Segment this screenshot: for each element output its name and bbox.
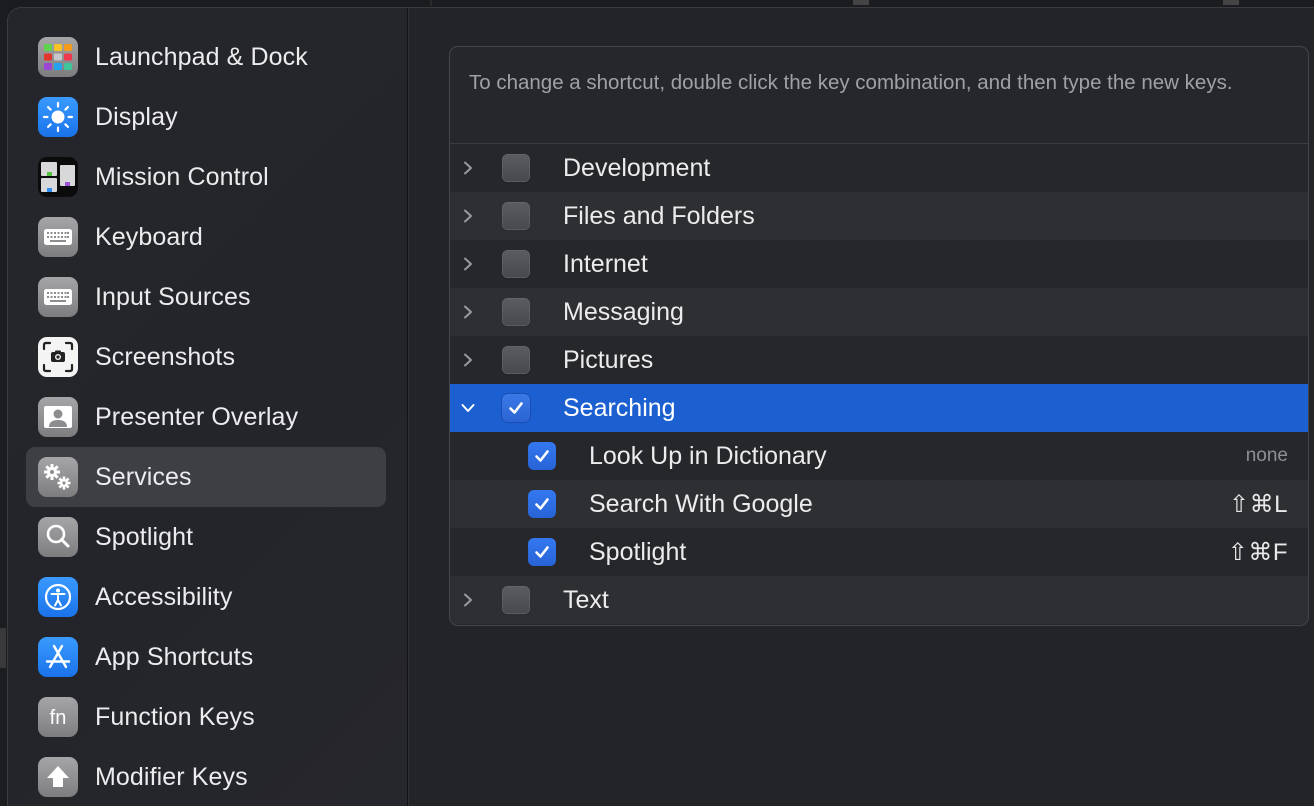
sidebar-item-spotlight[interactable]: Spotlight: [26, 507, 386, 567]
background-divider: [430, 0, 432, 6]
service-label: Spotlight: [589, 537, 687, 566]
chevron-down-icon[interactable]: [460, 400, 476, 416]
up-arrow-icon: [38, 757, 78, 797]
background-fragment: [0, 628, 6, 668]
service-label: Search With Google: [589, 489, 813, 518]
instruction-text: To change a shortcut, double click the k…: [469, 71, 1233, 94]
service-row-search-with-google[interactable]: Search With Google ⇧⌘L: [450, 480, 1308, 528]
sidebar-item-keyboard[interactable]: Keyboard: [26, 207, 386, 267]
magnifier-icon: [38, 517, 78, 557]
category-row-internet[interactable]: Internet: [450, 240, 1308, 288]
chevron-right-icon[interactable]: [460, 352, 476, 368]
sidebar-item-label: Mission Control: [95, 162, 269, 191]
chevron-right-icon[interactable]: [460, 304, 476, 320]
category-label: Development: [563, 153, 711, 182]
fn-key-icon: fn: [38, 697, 78, 737]
sidebar-item-screenshots[interactable]: Screenshots: [26, 327, 386, 387]
category-label: Messaging: [563, 297, 684, 326]
keyboard-icon: [38, 217, 78, 257]
category-label: Files and Folders: [563, 201, 755, 230]
sidebar-item-presenter-overlay[interactable]: Presenter Overlay: [26, 387, 386, 447]
service-checkbox[interactable]: [528, 538, 556, 566]
category-label: Text: [563, 585, 609, 614]
sidebar-item-label: Presenter Overlay: [95, 402, 299, 431]
sidebar-item-label: Launchpad & Dock: [95, 42, 308, 71]
category-row-text[interactable]: Text: [450, 576, 1308, 624]
services-shortcuts-panel: To change a shortcut, double click the k…: [449, 46, 1309, 626]
sidebar-item-launchpad-dock[interactable]: Launchpad & Dock: [26, 27, 386, 87]
sidebar-item-label: Function Keys: [95, 702, 255, 731]
category-checkbox[interactable]: [502, 250, 530, 278]
background-handle: [853, 0, 869, 5]
launchpad-icon: [38, 37, 78, 77]
screenshot-camera-icon: [38, 337, 78, 377]
sidebar-item-function-keys[interactable]: fn Function Keys: [26, 687, 386, 747]
sidebar-item-label: Services: [95, 462, 192, 491]
sidebar-item-label: Spotlight: [95, 522, 194, 551]
sidebar-item-mission-control[interactable]: Mission Control: [26, 147, 386, 207]
sidebar-item-app-shortcuts[interactable]: App Shortcuts: [26, 627, 386, 687]
background-window-edge: [0, 0, 7, 806]
keyboard-icon: [38, 277, 78, 317]
category-checkbox[interactable]: [502, 154, 530, 182]
sidebar-item-label: Display: [95, 102, 178, 131]
category-row-searching[interactable]: Searching: [450, 384, 1308, 432]
checkmark-icon: [535, 546, 549, 558]
sidebar-item-label: Accessibility: [95, 582, 233, 611]
chevron-right-icon[interactable]: [460, 208, 476, 224]
background-window-edge: [0, 0, 1314, 7]
sidebar-item-label: Screenshots: [95, 342, 236, 371]
sidebar-item-label: App Shortcuts: [95, 642, 254, 671]
service-row-spotlight[interactable]: Spotlight ⇧⌘F: [450, 528, 1308, 576]
category-checkbox[interactable]: [502, 298, 530, 326]
category-label: Internet: [563, 249, 648, 278]
sidebar-item-label: Modifier Keys: [95, 762, 248, 791]
sidebar-item-accessibility[interactable]: Accessibility: [26, 567, 386, 627]
category-label: Pictures: [563, 345, 654, 374]
accessibility-icon: [38, 577, 78, 617]
sidebar-item-input-sources[interactable]: Input Sources: [26, 267, 386, 327]
category-row-development[interactable]: Development: [450, 144, 1308, 192]
checkmark-icon: [535, 450, 549, 462]
chevron-right-icon[interactable]: [460, 160, 476, 176]
service-checkbox[interactable]: [528, 490, 556, 518]
checkmark-icon: [509, 402, 523, 414]
main-content: To change a shortcut, double click the k…: [409, 8, 1314, 806]
sidebar-item-modifier-keys[interactable]: Modifier Keys: [26, 747, 386, 806]
category-label: Searching: [563, 393, 676, 422]
person-icon: [38, 397, 78, 437]
category-row-messaging[interactable]: Messaging: [450, 288, 1308, 336]
display-brightness-icon: [38, 97, 78, 137]
category-checkbox[interactable]: [502, 346, 530, 374]
category-row-files-and-folders[interactable]: Files and Folders: [450, 192, 1308, 240]
sidebar-item-label: Input Sources: [95, 282, 251, 311]
category-checkbox[interactable]: [502, 394, 530, 422]
service-label: Look Up in Dictionary: [589, 441, 827, 470]
shortcut-field[interactable]: ⇧⌘F: [1228, 538, 1288, 567]
gears-icon: [38, 457, 78, 497]
keyboard-shortcuts-window: Launchpad & Dock Display Mission Control…: [7, 7, 1314, 806]
sidebar-item-display[interactable]: Display: [26, 87, 386, 147]
shortcut-field[interactable]: none: [1246, 445, 1288, 467]
checkmark-icon: [535, 498, 549, 510]
sidebar-item-services[interactable]: Services: [26, 447, 386, 507]
mission-control-icon: [38, 157, 78, 197]
category-checkbox[interactable]: [502, 202, 530, 230]
shortcut-field[interactable]: ⇧⌘L: [1229, 490, 1288, 519]
service-row-look-up-in-dictionary[interactable]: Look Up in Dictionary none: [450, 432, 1308, 480]
app-store-icon: [38, 637, 78, 677]
background-handle: [1223, 0, 1239, 5]
category-checkbox[interactable]: [502, 586, 530, 614]
svg-text:fn: fn: [50, 707, 67, 729]
category-row-pictures[interactable]: Pictures: [450, 336, 1308, 384]
service-checkbox[interactable]: [528, 442, 556, 470]
sidebar-item-label: Keyboard: [95, 222, 203, 251]
sidebar: Launchpad & Dock Display Mission Control…: [8, 8, 409, 806]
chevron-right-icon[interactable]: [460, 592, 476, 608]
chevron-right-icon[interactable]: [460, 256, 476, 272]
